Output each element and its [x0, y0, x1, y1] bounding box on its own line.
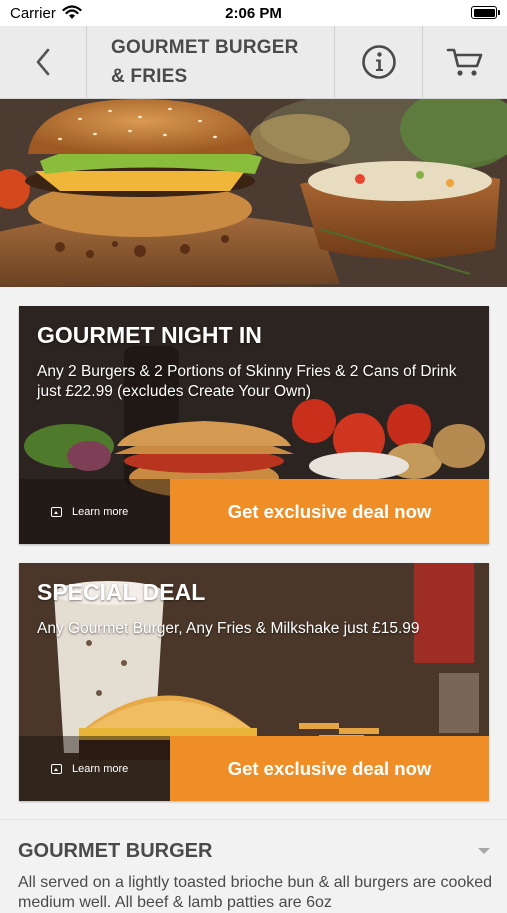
menu-section-header[interactable]: GOURMET BURGER All served on a lightly t…	[0, 819, 507, 911]
info-icon	[362, 45, 396, 79]
deal-card[interactable]: GOURMET NIGHT IN Any 2 Burgers & 2 Porti…	[19, 306, 489, 544]
deal-card[interactable]: SPECIAL DEAL Any Gourmet Burger, Any Fri…	[19, 563, 489, 801]
deal-title: GOURMET NIGHT IN	[37, 322, 262, 348]
page-title-line-2: & FRIES	[111, 66, 188, 87]
learn-more-label: Learn more	[72, 762, 129, 775]
learn-more-label: Learn more	[72, 505, 129, 518]
nav-bar: GOURMET BURGER & FRIES	[0, 26, 507, 99]
learn-more-link[interactable]: Learn more	[19, 736, 170, 801]
info-button[interactable]	[336, 26, 423, 98]
expand-icon	[51, 763, 62, 774]
get-deal-button[interactable]: Get exclusive deal now	[170, 479, 489, 544]
chevron-down-icon[interactable]	[478, 848, 490, 854]
cart-icon	[446, 48, 483, 76]
status-time: 2:06 PM	[225, 5, 282, 22]
learn-more-link[interactable]: Learn more	[19, 479, 170, 544]
section-description: All served on a lightly toasted brioche …	[18, 874, 493, 911]
page-title: GOURMET BURGER & FRIES	[87, 26, 335, 98]
back-button[interactable]	[0, 26, 87, 98]
battery-icon	[471, 6, 500, 19]
section-title: GOURMET BURGER	[18, 840, 213, 862]
page-title-line-1: GOURMET BURGER	[111, 37, 299, 58]
deal-description: Any Gourmet Burger, Any Fries & Milkshak…	[37, 620, 420, 637]
deal-title: SPECIAL DEAL	[37, 579, 206, 605]
chevron-left-icon	[36, 48, 50, 76]
deal-description: Any 2 Burgers & 2 Portions of Skinny Fri…	[37, 363, 457, 400]
expand-icon	[51, 506, 62, 517]
hero-burger-image	[0, 99, 507, 287]
cart-button[interactable]	[423, 26, 507, 98]
status-bar: Carrier 2:06 PM	[0, 0, 507, 26]
get-deal-button[interactable]: Get exclusive deal now	[170, 736, 489, 801]
